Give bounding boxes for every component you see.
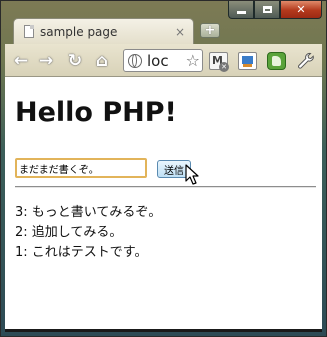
close-window-button[interactable]: ✕	[280, 1, 322, 19]
list-item: 3: もっと書いてみるぞ。	[15, 205, 162, 220]
evernote-extension-icon[interactable]	[267, 52, 286, 70]
message-input[interactable]	[15, 158, 147, 178]
maximize-icon	[262, 6, 272, 13]
list-item: 2: 追加してみる。	[15, 225, 123, 240]
tab-close-icon[interactable]: ×	[175, 25, 185, 39]
new-tab-button[interactable]: +	[200, 23, 220, 38]
tab-sample-page[interactable]: sample page ×	[13, 18, 194, 44]
divider	[15, 186, 316, 188]
globe-icon	[128, 53, 142, 68]
message-list: 3: もっと書いてみるぞ。 2: 追加してみる。 1: これはテストです。	[15, 203, 161, 263]
page-content: Hello PHP! 送信 3: もっと書いてみるぞ。 2: 追加してみる。 1…	[5, 77, 322, 332]
address-text: loc	[147, 51, 169, 70]
tab-title: sample page	[40, 24, 118, 39]
browser-window: ✕ sample page × + ← → ↻ ⌂ loc ☆ M ✕ Hell…	[0, 0, 327, 337]
address-bar[interactable]: loc ☆	[123, 49, 203, 72]
window-controls: ✕	[228, 1, 322, 20]
page-title: Hello PHP!	[15, 97, 177, 128]
reload-icon[interactable]: ↻	[65, 51, 85, 71]
page-icon	[24, 25, 34, 38]
back-icon[interactable]: ←	[11, 51, 31, 71]
mail-badge-icon: ✕	[219, 62, 229, 72]
bookmark-star-icon[interactable]: ☆	[186, 51, 200, 70]
close-icon: ✕	[296, 3, 306, 16]
mouse-cursor-icon	[185, 164, 199, 185]
home-icon[interactable]: ⌂	[92, 51, 112, 71]
maximize-button[interactable]	[254, 1, 280, 19]
wrench-icon[interactable]	[296, 51, 316, 71]
minimize-button[interactable]	[228, 1, 254, 19]
browser-toolbar: ← → ↻ ⌂ loc ☆ M ✕	[5, 44, 322, 77]
minimize-icon	[236, 11, 246, 14]
list-item: 1: これはテストです。	[15, 245, 148, 260]
mail-extension-icon[interactable]: M ✕	[209, 52, 229, 72]
forward-icon[interactable]: →	[36, 51, 56, 71]
notes-extension-icon[interactable]	[238, 52, 257, 70]
